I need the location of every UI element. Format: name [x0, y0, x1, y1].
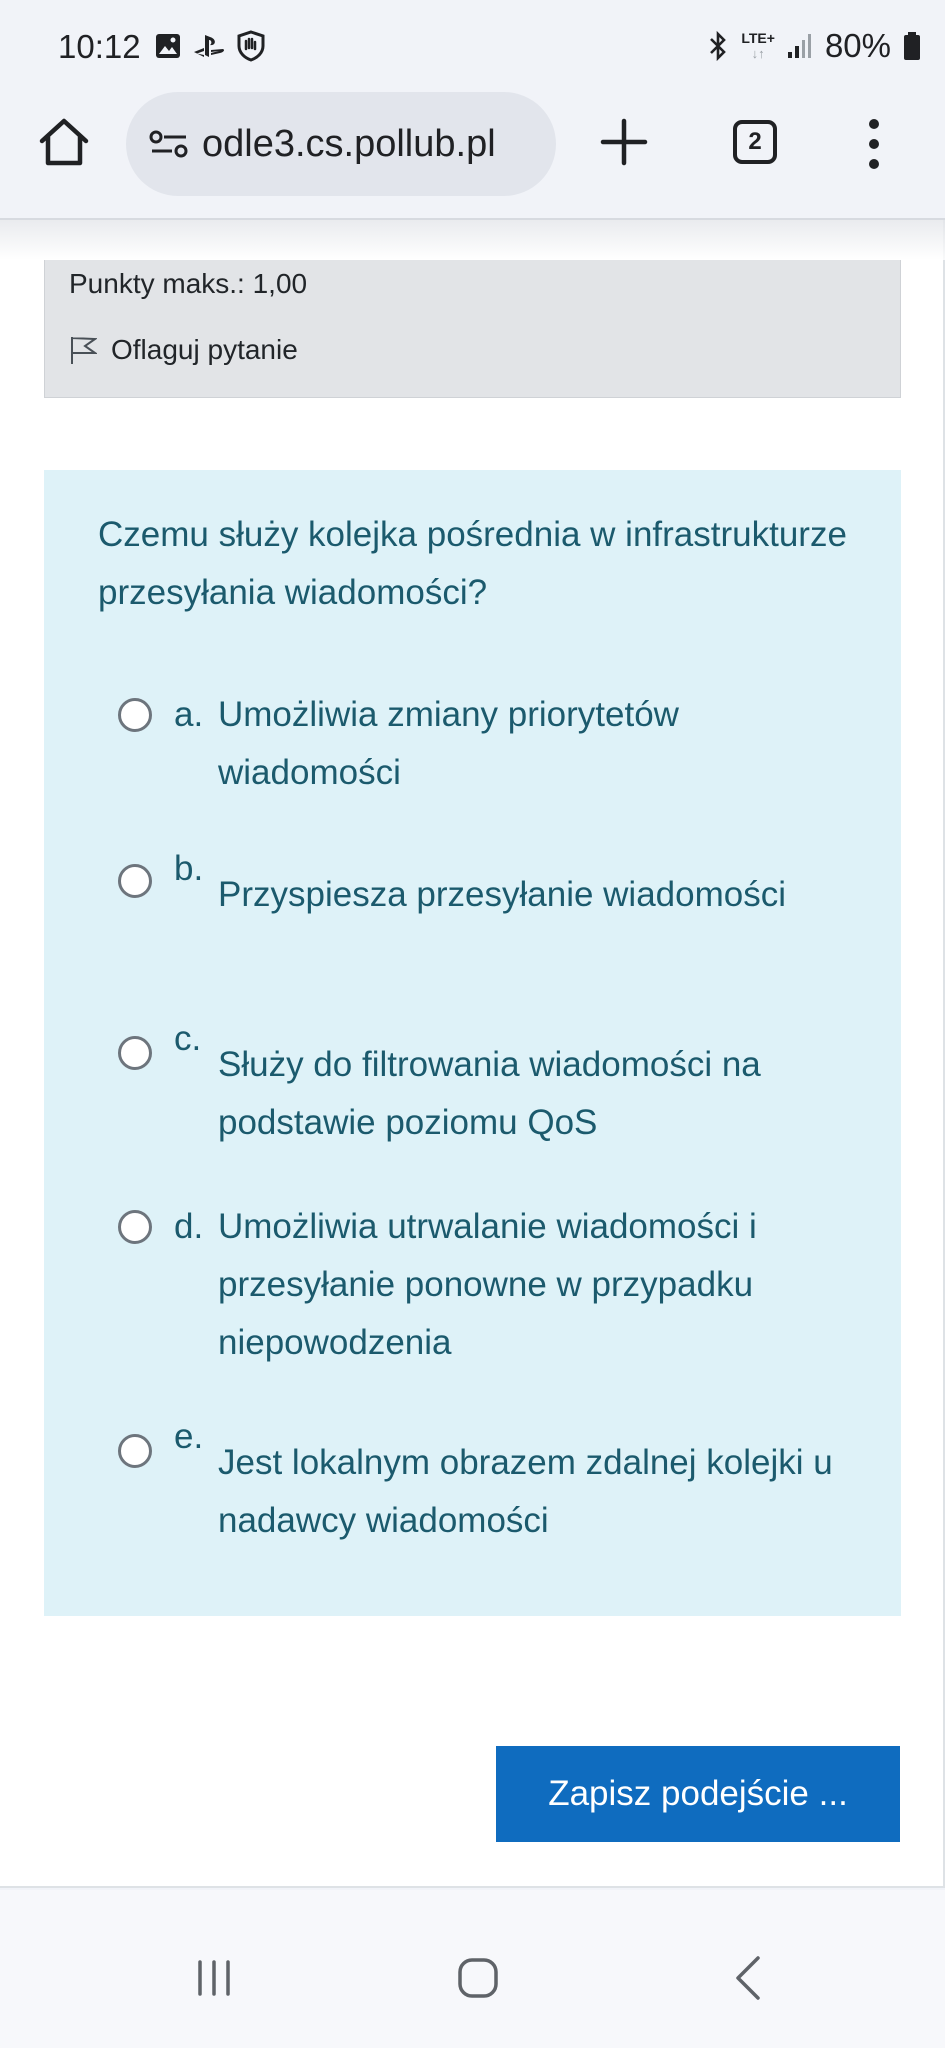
site-settings-icon[interactable]: [148, 128, 190, 160]
answer-option-a[interactable]: a. Umożliwia zmiany priorytetów wiadomoś…: [118, 686, 838, 802]
browser-toolbar: odle3.cs.pollub.pl 2: [0, 90, 945, 220]
status-bar: 10:12 LTE+ ↓↑ 80%: [0, 0, 945, 90]
answer-option-c[interactable]: c. Służy do filtrowania wiadomości na po…: [118, 1010, 838, 1146]
radio-button[interactable]: [118, 1210, 152, 1244]
radio-button[interactable]: [118, 864, 152, 898]
recent-apps-icon[interactable]: [192, 1956, 236, 2000]
more-menu-icon[interactable]: [864, 116, 884, 172]
battery-icon: [904, 32, 920, 60]
question-info-box: Punkty maks.: 1,00 Oflaguj pytanie: [44, 260, 901, 398]
playstation-icon: [194, 35, 224, 57]
flag-label: Oflaguj pytanie: [111, 334, 298, 365]
gallery-icon: [156, 34, 180, 58]
toolbar-shadow: [0, 220, 945, 260]
home-nav-icon[interactable]: [456, 1956, 500, 2000]
lte-icon: LTE+ ↓↑: [741, 30, 775, 62]
status-time: 10:12: [58, 28, 141, 65]
flag-question-link[interactable]: Oflaguj pytanie: [69, 334, 298, 366]
home-icon[interactable]: [36, 114, 92, 170]
answer-text: Służy do filtrowania wiadomości na podst…: [218, 1045, 761, 1142]
radio-button[interactable]: [118, 698, 152, 732]
radio-button[interactable]: [118, 1434, 152, 1468]
network-type: LTE+: [741, 30, 775, 46]
system-nav-bar: [0, 1890, 945, 2048]
url-text: odle3.cs.pollub.pl: [202, 122, 496, 165]
back-icon[interactable]: [728, 1954, 768, 2002]
flag-icon: [71, 337, 97, 364]
tab-count: 2: [748, 128, 762, 155]
save-attempt-button[interactable]: Zapisz podejście ...: [496, 1746, 900, 1842]
answer-option-d[interactable]: d. Umożliwia utrwalanie wiadomości i prz…: [118, 1198, 838, 1372]
answer-letter: a.: [174, 695, 204, 734]
answer-letter: b.: [174, 849, 204, 888]
address-bar[interactable]: odle3.cs.pollub.pl: [126, 92, 556, 196]
bluetooth-icon: [710, 30, 727, 62]
answer-letter: e.: [174, 1417, 204, 1456]
answer-text: Przyspiesza przesyłanie wiadomości: [218, 875, 786, 914]
max-points: Punkty maks.: 1,00: [69, 268, 308, 299]
answer-text: Jest lokalnym obrazem zdalnej kolejki u …: [218, 1443, 833, 1540]
answer-text: Umożliwia zmiany priorytetów wiadomości: [218, 695, 679, 792]
status-icons-right: LTE+ ↓↑ 80%: [707, 26, 921, 66]
question-text: Czemu służy kolejka pośrednia w infrastr…: [98, 515, 847, 612]
question-box: Czemu służy kolejka pośrednia w infrastr…: [44, 470, 901, 1616]
answer-letter: d.: [174, 1207, 204, 1246]
answer-option-b[interactable]: b. Przyspiesza przesyłanie wiadomości: [118, 840, 838, 976]
battery-percent: 80%: [824, 27, 891, 64]
answer-letter: c.: [174, 1019, 202, 1058]
answer-text: Umożliwia utrwalanie wiadomości i przesy…: [218, 1207, 757, 1362]
radio-button[interactable]: [118, 1036, 152, 1070]
signal-icon: [787, 34, 811, 58]
shield-hand-icon: [237, 30, 265, 62]
answer-option-e[interactable]: e. Jest lokalnym obrazem zdalnej kolejki…: [118, 1408, 838, 1544]
status-icons-left: [154, 30, 266, 62]
new-tab-icon[interactable]: [598, 116, 650, 168]
tab-switcher-button[interactable]: 2: [733, 120, 777, 164]
